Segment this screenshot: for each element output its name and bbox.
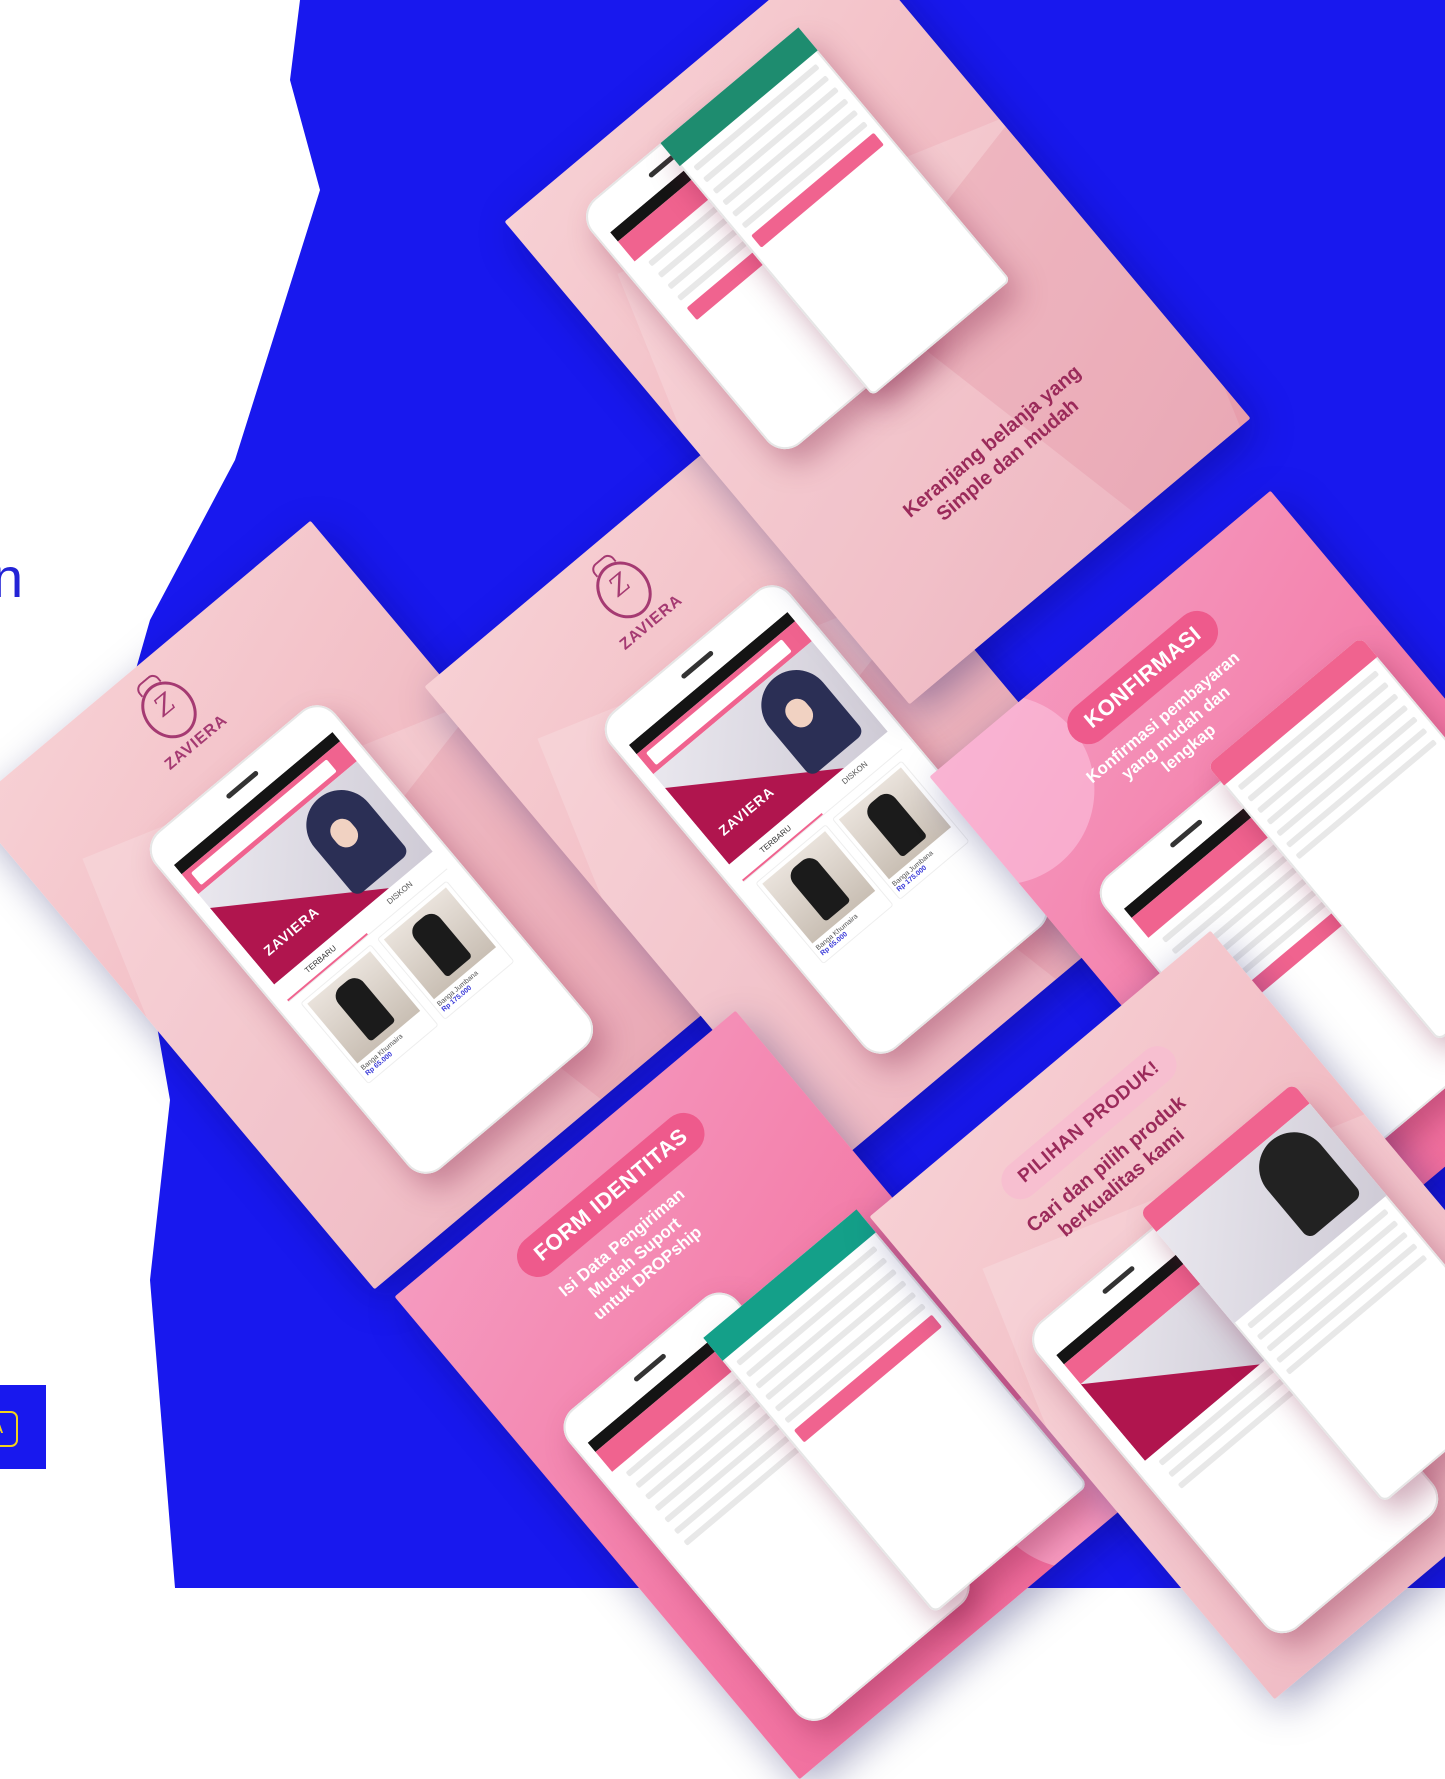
zaviera-logo: Z ZAVIERA	[108, 652, 245, 786]
zaviera-logo: Z ZAVIERA	[563, 532, 700, 666]
showcase-group: Z ZAVIERA ZAVIERA TERBARU DISKON Banga K…	[0, 0, 1445, 1779]
